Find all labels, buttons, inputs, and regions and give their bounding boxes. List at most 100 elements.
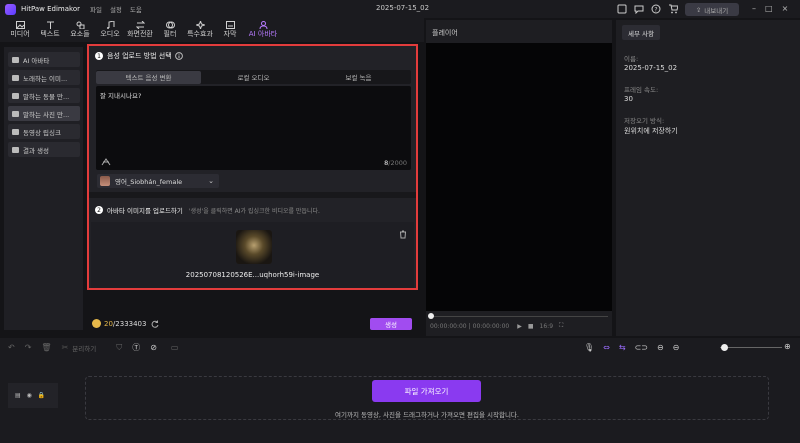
- window-icon[interactable]: [617, 4, 627, 14]
- snap-icon[interactable]: ⇔: [603, 343, 610, 352]
- marker-icon[interactable]: ⛉: [116, 343, 122, 353]
- export-button[interactable]: ⇪ 내보내기: [685, 3, 739, 16]
- sidebar-item-talking-photo[interactable]: 말하는 사진 만...: [8, 106, 80, 121]
- step1-title: 음성 업로드 방법 선택: [107, 52, 172, 60]
- menu-help[interactable]: 도움: [130, 4, 142, 14]
- avatar-upload-area[interactable]: 20250708120526E...uqhorh59i-image: [91, 222, 414, 288]
- screen-icon[interactable]: ▭: [171, 343, 179, 352]
- redo-icon[interactable]: ↷: [25, 343, 32, 352]
- chevron-down-icon: ⌄: [208, 177, 214, 185]
- sidebar-item-ai-avatar[interactable]: AI 아바타: [8, 52, 80, 67]
- speech-text-area[interactable]: 잘 지내시나요? 8 /2000: [96, 86, 411, 170]
- player-title: 플레이어: [432, 29, 458, 37]
- credits-used: 20: [104, 319, 113, 328]
- drop-hint: 여기까지 동영상, 사진을 드래그하거나 가져오면 편집을 시작합니다.: [335, 411, 519, 419]
- char-max: /2000: [388, 159, 407, 167]
- track-lock-icon[interactable]: 🔒: [38, 392, 45, 399]
- sidebar-item-lipsync[interactable]: 동영상 립싱크: [8, 124, 80, 139]
- maximize-icon[interactable]: □: [765, 4, 773, 13]
- tab-local-audio[interactable]: 로컬 오디오: [201, 71, 306, 84]
- tool-media[interactable]: 미디어: [5, 18, 35, 42]
- voice-name: 영어_Siobhán_female: [115, 178, 183, 186]
- sidebar-item-talking-animal[interactable]: 말하는 동물 만...: [8, 88, 80, 103]
- zoom-out-icon[interactable]: ⊖: [673, 343, 680, 352]
- media-icon: [15, 21, 25, 29]
- sidebar-item-results[interactable]: 결과 생성: [8, 142, 80, 157]
- title-bar: HitPaw Edimakor 파일 설정 도움 2025-07-15_02 ?…: [0, 0, 800, 18]
- magnet-icon[interactable]: ⇆: [619, 343, 626, 352]
- tab-text-to-speech[interactable]: 텍스트 음성 변환: [96, 70, 201, 84]
- tool-transition[interactable]: 화면전환: [125, 18, 155, 42]
- minimize-icon[interactable]: –: [752, 4, 756, 13]
- music-icon: [12, 74, 19, 81]
- cart-icon[interactable]: [668, 4, 678, 14]
- mic-icon[interactable]: 🎙: [584, 343, 594, 352]
- menu-file[interactable]: 파일: [90, 4, 102, 14]
- no-caption-icon[interactable]: ⊘: [150, 343, 157, 352]
- tool-audio[interactable]: 오디오: [95, 18, 125, 42]
- tool-text[interactable]: 텍스트: [35, 18, 65, 42]
- name-label: 이름:: [624, 55, 639, 63]
- tool-elements[interactable]: 요소들: [65, 18, 95, 42]
- undo-icon[interactable]: ↶: [8, 343, 15, 352]
- credits-total: /2333403: [112, 319, 147, 328]
- split-label[interactable]: 분리하기: [72, 343, 96, 353]
- transition-icon: [135, 21, 145, 29]
- close-icon[interactable]: ×: [782, 4, 789, 13]
- tab-details[interactable]: 세부 사항: [622, 25, 660, 40]
- zoom-in-icon[interactable]: ⊕: [784, 342, 791, 351]
- zoom-handle[interactable]: [721, 344, 728, 351]
- tool-subtitle[interactable]: 자막: [215, 18, 245, 42]
- tool-ai-avatar[interactable]: AI 아바타: [245, 18, 281, 42]
- trash-icon[interactable]: [399, 230, 407, 239]
- name-value: 2025-07-15_02: [624, 64, 678, 72]
- voice-select[interactable]: 영어_Siobhán_female ⌄: [97, 174, 219, 188]
- details-panel: 세부 사항 이름: 2025-07-15_02 프레임 속도: 30 저장오기 …: [616, 20, 800, 336]
- animal-icon: [12, 92, 19, 99]
- fullscreen-icon[interactable]: ⛶: [559, 322, 563, 330]
- main-toolbar: 미디어 텍스트 요소들 오디오 화면전환 필터 특수효과 자막 AI 아바타: [0, 18, 424, 42]
- step2-hint: '생성'을 클릭하면 AI가 립싱크한 비디오를 만듭니다.: [188, 207, 320, 215]
- filter-icon: [165, 21, 175, 29]
- avatar-icon: [12, 56, 19, 63]
- play-icon[interactable]: ▶: [517, 323, 522, 330]
- track-video-icon[interactable]: ▤: [15, 392, 21, 399]
- fit-icon[interactable]: ⊖: [657, 343, 664, 352]
- aspect-ratio[interactable]: 16:9: [540, 323, 553, 330]
- sidebar-item-singing-image[interactable]: 노래하는 이미...: [8, 70, 80, 85]
- zoom-slider[interactable]: [720, 347, 782, 348]
- clear-format-icon[interactable]: [101, 158, 111, 166]
- track-visibility-icon[interactable]: ◉: [27, 392, 32, 399]
- progress-handle[interactable]: [428, 313, 434, 319]
- text-icon: [46, 21, 54, 29]
- lipsync-icon: [12, 128, 19, 135]
- refresh-icon[interactable]: [151, 320, 159, 328]
- project-name: 2025-07-15_02: [376, 4, 430, 12]
- step1-number: 1: [95, 52, 103, 60]
- info-icon[interactable]: [174, 52, 183, 60]
- stop-icon[interactable]: ■: [528, 323, 534, 330]
- timeline-toolbar: ↶ ↷ 🗑 ✂ 분리하기 ⛉ Ⓣ ⊘ ▭: [8, 342, 178, 353]
- help-icon[interactable]: ?: [651, 4, 661, 14]
- time-total: 00:00:00:00: [472, 322, 510, 330]
- tab-voice-record[interactable]: 보컬 녹음: [306, 71, 411, 84]
- save-method-label: 저장오기 방식:: [624, 117, 665, 125]
- menu-settings[interactable]: 설정: [110, 4, 122, 14]
- link-icon[interactable]: ⊂⊃: [635, 343, 648, 352]
- speech-text-value: 잘 지내시나요?: [100, 92, 142, 100]
- step2-number: 2: [95, 206, 103, 214]
- tool-filter[interactable]: 필터: [155, 18, 185, 42]
- photo-icon: [12, 110, 19, 117]
- voice-method-tabs: 텍스트 음성 변환 로컬 오디오 보컬 녹음: [96, 70, 411, 84]
- avatar-image-thumbnail[interactable]: [236, 230, 272, 264]
- text-tool-icon[interactable]: Ⓣ: [132, 342, 140, 353]
- chat-icon[interactable]: [634, 4, 644, 14]
- import-file-button[interactable]: 파일 가져오기: [372, 380, 481, 402]
- split-icon[interactable]: ✂: [62, 343, 69, 352]
- generate-button[interactable]: 생성: [370, 318, 412, 330]
- tool-effects[interactable]: 특수효과: [185, 18, 215, 42]
- player-progress[interactable]: [430, 316, 608, 317]
- delete-icon[interactable]: 🗑: [41, 343, 51, 352]
- ai-avatar-icon: [259, 21, 267, 29]
- credits-info: 20 /2333403: [92, 319, 159, 328]
